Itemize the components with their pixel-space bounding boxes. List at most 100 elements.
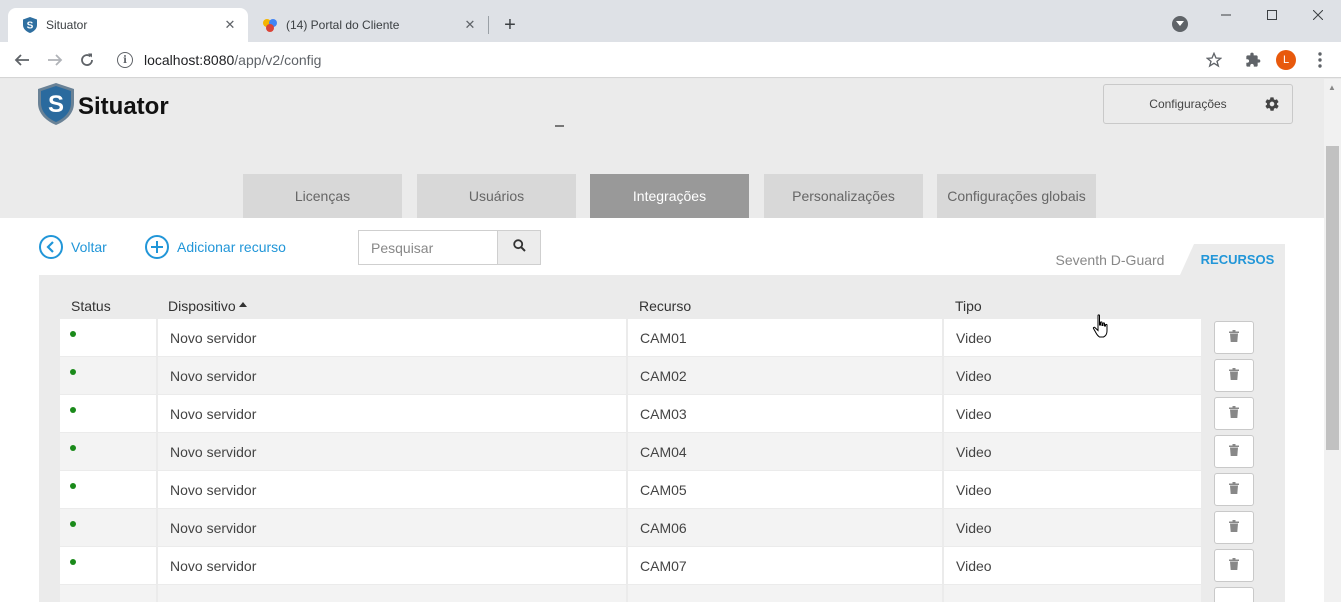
delete-button[interactable] bbox=[1214, 473, 1254, 506]
delete-button[interactable] bbox=[1214, 549, 1254, 582]
trash-icon bbox=[1229, 329, 1239, 347]
type-cell: Video bbox=[944, 433, 1201, 470]
device-cell: Novo servidor bbox=[158, 319, 626, 356]
extensions-icon[interactable] bbox=[1241, 48, 1265, 72]
resource-cell: CAM01 bbox=[628, 319, 942, 356]
profile-avatar[interactable]: L bbox=[1276, 50, 1296, 70]
table-row[interactable]: Novo servidor CAM05 Video bbox=[60, 471, 1201, 508]
delete-button[interactable] bbox=[1214, 435, 1254, 468]
app-name: Situator bbox=[78, 92, 169, 120]
table-row[interactable]: Novo servidor CAM03 Video bbox=[60, 395, 1201, 432]
device-cell: Novo servidor bbox=[158, 433, 626, 470]
trash-icon bbox=[1229, 519, 1239, 537]
browser-menu-icon[interactable] bbox=[1308, 48, 1332, 72]
tab-personalizacoes[interactable]: Personalizações bbox=[764, 174, 923, 218]
tab-title: Situator bbox=[46, 18, 88, 32]
back-button-label: Voltar bbox=[71, 239, 107, 255]
search-icon bbox=[512, 238, 526, 257]
status-online-icon bbox=[70, 369, 76, 375]
status-online-icon bbox=[70, 407, 76, 413]
url-path: /app/v2/config bbox=[234, 52, 322, 68]
reload-icon[interactable] bbox=[75, 48, 99, 72]
resource-cell: CAM03 bbox=[628, 395, 942, 432]
status-cell bbox=[60, 357, 156, 394]
table-row[interactable]: Novo servidor CAM01 Video bbox=[60, 319, 1201, 356]
trash-icon bbox=[1229, 405, 1239, 423]
tab-licencas[interactable]: Licenças bbox=[243, 174, 402, 218]
search-input[interactable] bbox=[359, 231, 497, 264]
table-row[interactable] bbox=[60, 585, 1201, 602]
status-online-icon bbox=[70, 331, 76, 337]
scroll-up-icon[interactable]: ▲ bbox=[1328, 83, 1336, 92]
new-tab-icon[interactable]: + bbox=[498, 13, 522, 37]
tab-usuarios[interactable]: Usuários bbox=[417, 174, 576, 218]
scrollbar-thumb[interactable] bbox=[1326, 146, 1339, 450]
settings-button[interactable]: Configurações bbox=[1103, 84, 1293, 124]
delete-button[interactable] bbox=[1214, 359, 1254, 392]
bookmark-star-icon[interactable] bbox=[1202, 48, 1226, 72]
back-arrow-icon[interactable] bbox=[10, 48, 34, 72]
tab-separator bbox=[488, 16, 489, 34]
site-info-icon[interactable]: i bbox=[117, 52, 133, 68]
browser-tab-situator[interactable]: S Situator ✕ bbox=[8, 8, 248, 42]
browser-toolbar: i localhost:8080/app/v2/config bbox=[0, 42, 1341, 78]
table-row[interactable]: Novo servidor CAM04 Video bbox=[60, 433, 1201, 470]
hand-cursor-icon bbox=[1092, 314, 1110, 345]
resource-cell: CAM07 bbox=[628, 547, 942, 584]
tab-seventh-dguard[interactable]: Seventh D-Guard bbox=[1040, 244, 1180, 275]
type-cell: Video bbox=[944, 357, 1201, 394]
forward-arrow-icon[interactable] bbox=[43, 48, 67, 72]
app-logo: S Situator bbox=[38, 83, 169, 130]
delete-button[interactable] bbox=[1214, 321, 1254, 354]
svg-text:S: S bbox=[27, 21, 34, 32]
trash-icon bbox=[1229, 481, 1239, 499]
delete-button[interactable] bbox=[1214, 587, 1254, 602]
column-header-resource[interactable]: Recurso bbox=[639, 298, 691, 314]
delete-button[interactable] bbox=[1214, 397, 1254, 430]
status-online-icon bbox=[70, 559, 76, 565]
close-icon[interactable]: ✕ bbox=[460, 15, 480, 35]
tab-recursos[interactable]: RECURSOS bbox=[1180, 244, 1285, 275]
status-cell bbox=[60, 433, 156, 470]
add-resource-button[interactable]: Adicionar recurso bbox=[145, 235, 286, 259]
address-bar[interactable]: localhost:8080/app/v2/config bbox=[144, 52, 321, 68]
table-row[interactable]: Novo servidor CAM07 Video bbox=[60, 547, 1201, 584]
device-cell: Novo servidor bbox=[158, 509, 626, 546]
tab-title: (14) Portal do Cliente bbox=[286, 18, 400, 32]
window-close-icon[interactable] bbox=[1295, 0, 1341, 30]
situator-shield-icon: S bbox=[38, 83, 74, 130]
type-cell: Video bbox=[944, 509, 1201, 546]
device-cell bbox=[158, 585, 626, 602]
status-cell bbox=[60, 509, 156, 546]
type-cell bbox=[944, 585, 1201, 602]
table-row[interactable]: Novo servidor CAM02 Video bbox=[60, 357, 1201, 394]
type-cell: Video bbox=[944, 547, 1201, 584]
browser-tab-portal[interactable]: (14) Portal do Cliente ✕ bbox=[248, 8, 488, 42]
trash-icon bbox=[1229, 367, 1239, 385]
maximize-icon[interactable] bbox=[1249, 0, 1295, 30]
status-cell bbox=[60, 471, 156, 508]
column-header-status[interactable]: Status bbox=[71, 298, 111, 314]
tab-configuracoes-globais[interactable]: Configurações globais bbox=[937, 174, 1096, 218]
search-button[interactable] bbox=[497, 231, 540, 264]
device-cell: Novo servidor bbox=[158, 547, 626, 584]
status-online-icon bbox=[70, 521, 76, 527]
divider bbox=[555, 125, 564, 127]
delete-button[interactable] bbox=[1214, 511, 1254, 544]
back-button[interactable]: Voltar bbox=[39, 235, 107, 259]
resource-cell bbox=[628, 585, 942, 602]
status-cell bbox=[60, 585, 156, 602]
status-online-icon bbox=[70, 445, 76, 451]
close-icon[interactable]: ✕ bbox=[220, 15, 240, 35]
tab-integracoes[interactable]: Integrações bbox=[590, 174, 749, 218]
type-cell: Video bbox=[944, 319, 1201, 356]
minimize-icon[interactable] bbox=[1203, 0, 1249, 30]
column-header-type[interactable]: Tipo bbox=[955, 298, 982, 314]
plus-icon bbox=[145, 235, 169, 259]
trash-icon bbox=[1229, 443, 1239, 461]
device-cell: Novo servidor bbox=[158, 395, 626, 432]
type-cell: Video bbox=[944, 471, 1201, 508]
tab-search-icon[interactable] bbox=[1172, 16, 1188, 32]
column-header-device[interactable]: Dispositivo bbox=[168, 298, 247, 314]
table-row[interactable]: Novo servidor CAM06 Video bbox=[60, 509, 1201, 546]
